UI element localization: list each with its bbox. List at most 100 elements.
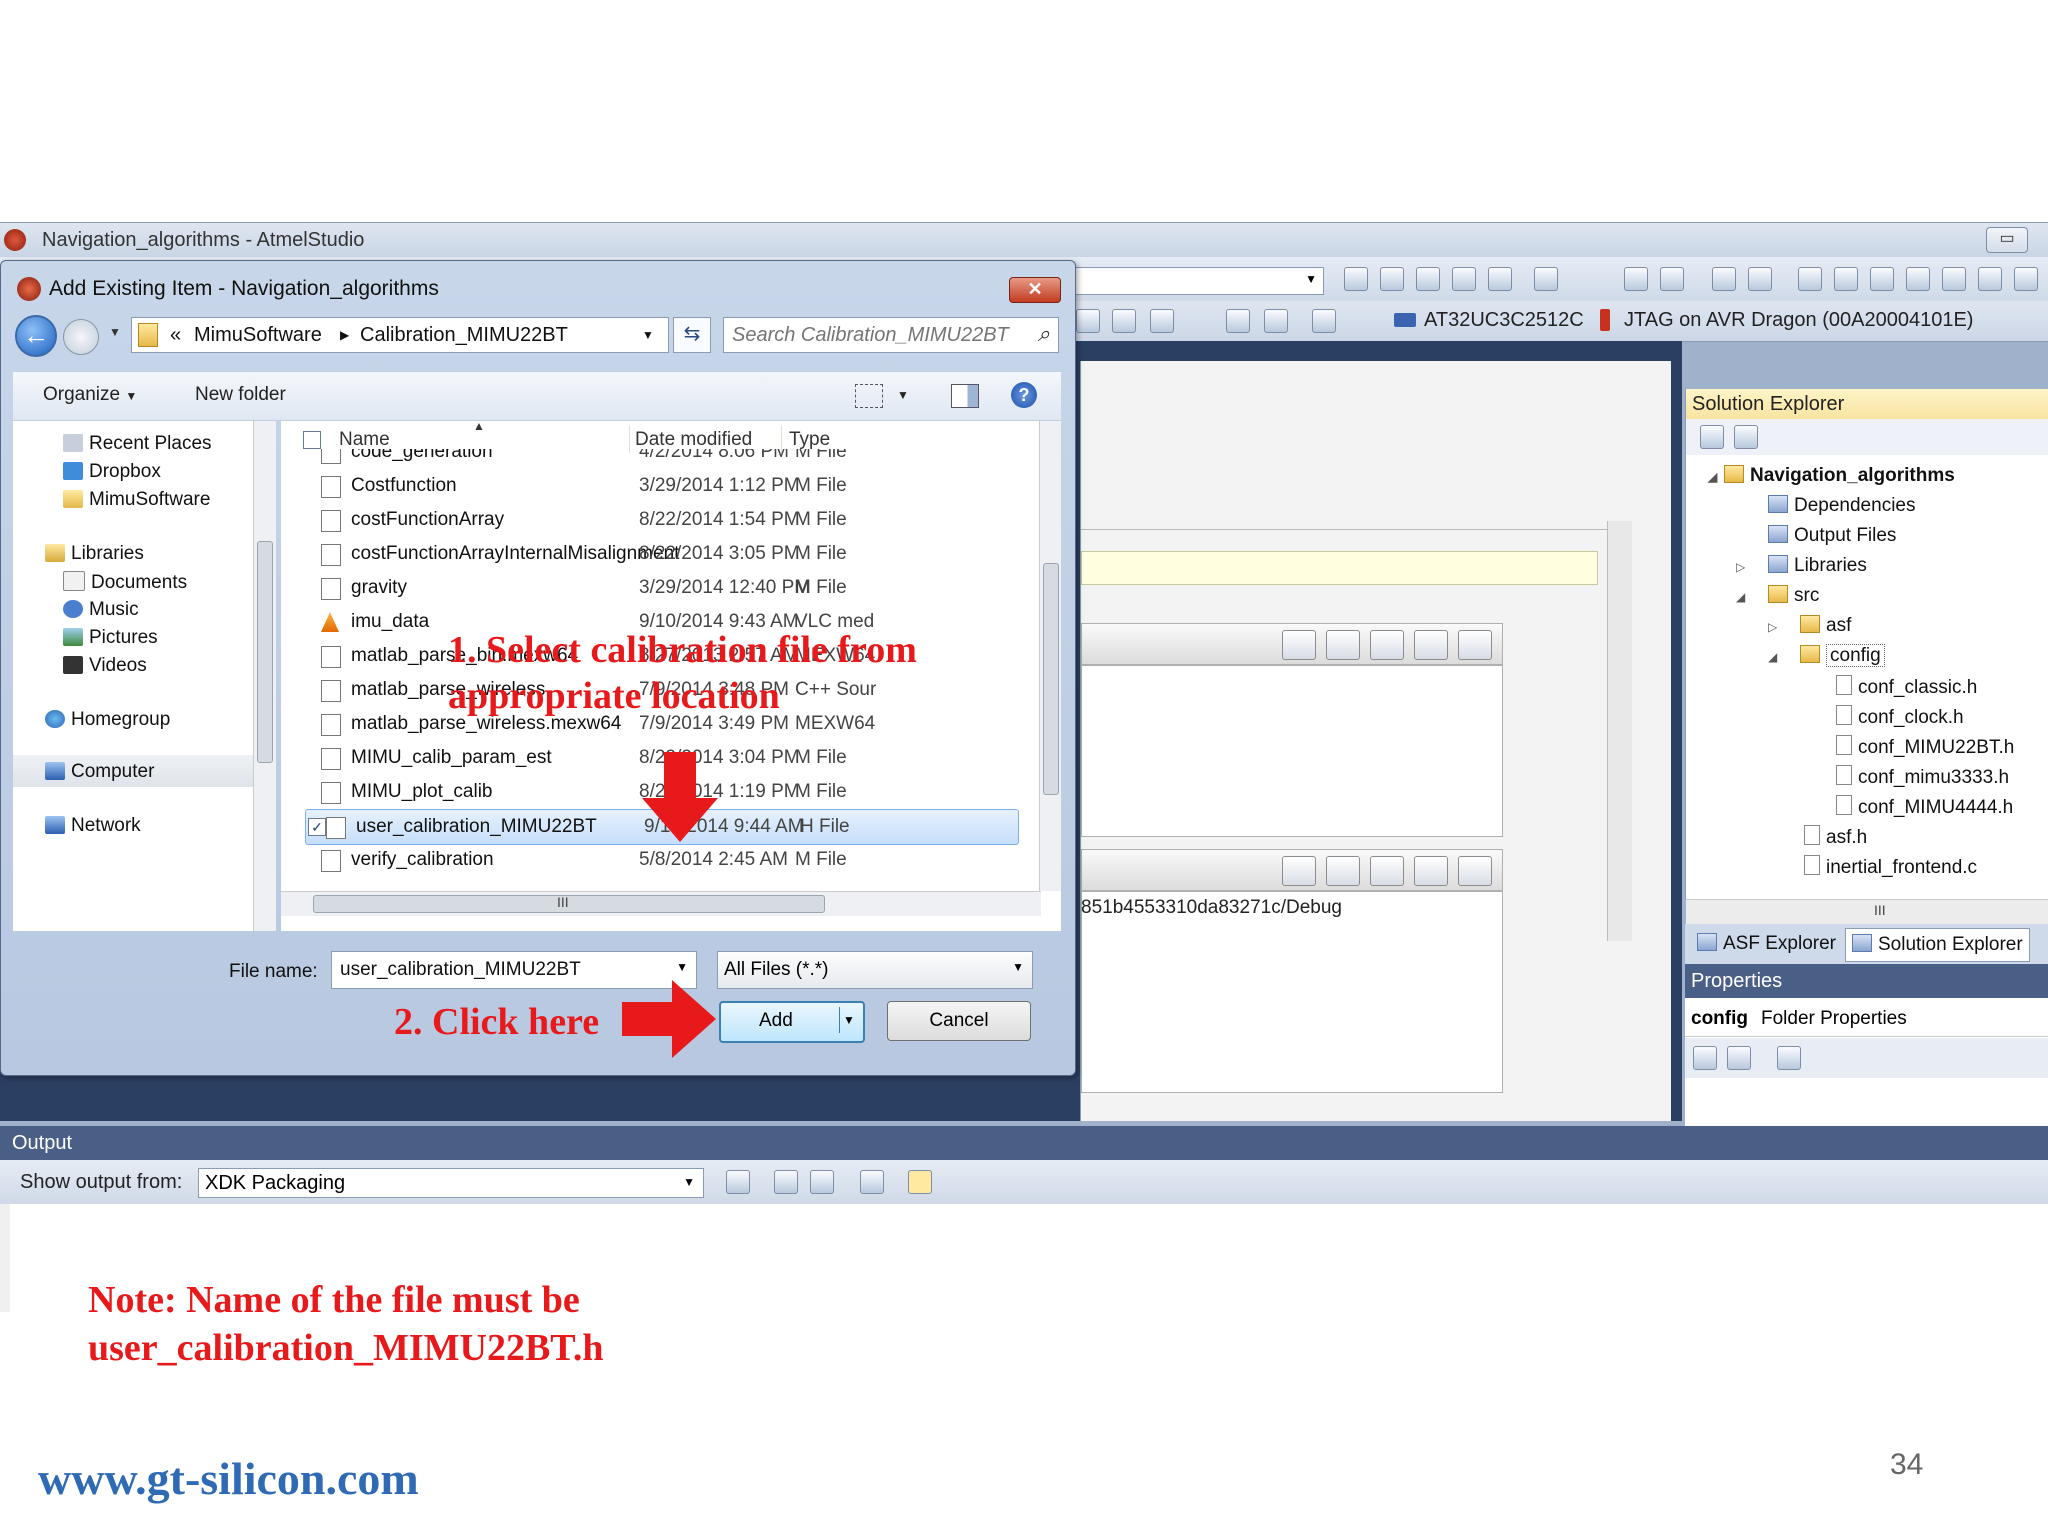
bookmark-icon[interactable] xyxy=(1978,267,2002,291)
preview-pane-icon[interactable] xyxy=(951,384,979,408)
toolbar-icon[interactable] xyxy=(1452,267,1476,291)
output-source-select[interactable]: XDK Packaging ▼ xyxy=(198,1168,704,1198)
nav-music[interactable]: Music xyxy=(63,599,139,621)
properties-icon[interactable] xyxy=(1700,425,1724,449)
edit-item-icon[interactable] xyxy=(1370,630,1404,660)
nav-homegroup[interactable]: Homegroup xyxy=(45,709,170,731)
cancel-button[interactable]: Cancel xyxy=(887,1001,1031,1041)
tree-item[interactable]: ▷ asf xyxy=(1768,615,1851,637)
file-list-vertical-scrollbar[interactable] xyxy=(1039,421,1061,891)
clear-all-icon[interactable] xyxy=(860,1170,884,1194)
device-name[interactable]: AT32UC3C2512C xyxy=(1424,309,1584,332)
add-button[interactable]: Add ▼ xyxy=(719,1001,865,1043)
search-box[interactable]: ⌕ xyxy=(723,317,1059,353)
file-row[interactable]: verify_calibration 5/8/2014 2:45 AM M File xyxy=(301,843,1013,877)
property-pages-icon[interactable] xyxy=(1777,1046,1801,1070)
toolbar-icon[interactable] xyxy=(1264,309,1288,333)
comment-icon[interactable] xyxy=(1712,267,1736,291)
file-row[interactable]: gravity 3/29/2014 12:40 PM M File xyxy=(301,571,1013,605)
address-bar[interactable]: « MimuSoftware ▶ Calibration_MIMU22BT ▼ xyxy=(131,317,669,353)
chevron-down-icon[interactable]: ▼ xyxy=(676,960,688,974)
toolbar-icon[interactable] xyxy=(1312,309,1336,333)
chevron-down-icon[interactable]: ▼ xyxy=(642,328,654,342)
tree-item[interactable]: conf_classic.h xyxy=(1836,675,1977,699)
view-chevron-icon[interactable]: ▼ xyxy=(897,388,909,402)
solution-config-combo[interactable]: ▼ xyxy=(1070,267,1324,295)
view-options-icon[interactable] xyxy=(855,384,883,408)
new-folder-button[interactable]: New folder xyxy=(195,384,286,406)
bookmark-icon[interactable] xyxy=(1942,267,1966,291)
search-input[interactable] xyxy=(730,322,1018,348)
tree-item[interactable]: conf_clock.h xyxy=(1836,705,1964,729)
toolbar-icon[interactable] xyxy=(1076,309,1100,333)
move-down-icon[interactable] xyxy=(1458,630,1492,660)
file-row[interactable]: code_generation 4/2/2014 8:06 PM M File xyxy=(301,449,1013,469)
show-all-files-icon[interactable] xyxy=(1734,425,1758,449)
bookmark-icon[interactable] xyxy=(1870,267,1894,291)
move-up-icon[interactable] xyxy=(1414,630,1448,660)
properties-object-selector[interactable]: config Folder Properties xyxy=(1685,1002,2048,1037)
next-message-icon[interactable] xyxy=(810,1170,834,1194)
breadcrumb-mimusoftware[interactable]: MimuSoftware xyxy=(194,324,322,347)
move-down-icon[interactable] xyxy=(1458,856,1492,886)
edit-item-icon[interactable] xyxy=(1370,856,1404,886)
nav-videos[interactable]: Videos xyxy=(63,655,147,677)
toolbar-icon[interactable] xyxy=(1344,267,1368,291)
toolbar-icon[interactable] xyxy=(1112,309,1136,333)
file-row[interactable]: costFunctionArray 8/22/2014 1:54 PM M File xyxy=(301,503,1013,537)
move-up-icon[interactable] xyxy=(1414,856,1448,886)
nav-libraries[interactable]: Libraries xyxy=(45,543,144,565)
tab-asf-explorer[interactable]: ASF Explorer xyxy=(1691,928,1842,960)
tree-item[interactable]: asf.h xyxy=(1804,825,1867,849)
tree-project[interactable]: ◢ Navigation_algorithms xyxy=(1708,465,1955,487)
library-paths-list[interactable] xyxy=(1081,891,1503,1093)
toolbar-icon[interactable] xyxy=(1226,309,1250,333)
file-row[interactable]: Costfunction 3/29/2014 1:12 PM M File xyxy=(301,469,1013,503)
website-url[interactable]: www.gt-silicon.com xyxy=(38,1452,419,1505)
prev-message-icon[interactable] xyxy=(774,1170,798,1194)
uncomment-icon[interactable] xyxy=(1748,267,1772,291)
indent-icon[interactable] xyxy=(1624,267,1648,291)
chevron-right-icon[interactable]: ▶ xyxy=(340,328,349,342)
include-paths-list[interactable] xyxy=(1081,665,1503,837)
nav-recent-places[interactable]: Recent Places xyxy=(63,433,212,455)
bookmark-icon[interactable] xyxy=(1798,267,1822,291)
nav-dropbox[interactable]: Dropbox xyxy=(63,461,161,483)
tree-item[interactable]: ▷ Libraries xyxy=(1736,555,1867,577)
nav-mimusoftware[interactable]: MimuSoftware xyxy=(63,489,210,511)
categorized-icon[interactable] xyxy=(1693,1046,1717,1070)
find-icon[interactable] xyxy=(726,1170,750,1194)
tree-item[interactable]: conf_mimu3333.h xyxy=(1836,765,2009,789)
file-list-horizontal-scrollbar[interactable]: III xyxy=(281,891,1041,916)
add-item-icon[interactable] xyxy=(1282,630,1316,660)
select-all-checkbox[interactable] xyxy=(303,431,321,449)
file-type-select[interactable]: All Files (*.*) ▼ xyxy=(717,951,1033,989)
horizontal-scrollbar[interactable]: III xyxy=(1686,899,2048,926)
tree-item[interactable]: conf_MIMU4444.h xyxy=(1836,795,2013,819)
vertical-scrollbar[interactable] xyxy=(1607,521,1632,941)
bookmark-icon[interactable] xyxy=(2014,267,2038,291)
breadcrumb-calibration[interactable]: Calibration_MIMU22BT xyxy=(360,324,568,347)
bookmark-icon[interactable] xyxy=(1834,267,1858,291)
word-wrap-icon[interactable] xyxy=(908,1170,932,1194)
tree-item[interactable]: Output Files xyxy=(1768,525,1896,547)
outdent-icon[interactable] xyxy=(1660,267,1684,291)
toolbar-icon[interactable] xyxy=(1488,267,1512,291)
nav-network[interactable]: Network xyxy=(45,815,141,837)
alphabetical-icon[interactable] xyxy=(1727,1046,1751,1070)
navigation-scrollbar[interactable] xyxy=(253,421,276,931)
tree-item[interactable]: Dependencies xyxy=(1768,495,1915,517)
refresh-icon[interactable]: ⇆ xyxy=(673,317,711,353)
file-name-input[interactable] xyxy=(338,958,662,982)
add-options-chevron-icon[interactable]: ▼ xyxy=(839,1007,858,1033)
toolbar-icon[interactable] xyxy=(1416,267,1440,291)
close-button[interactable]: ✕ xyxy=(1009,277,1061,303)
help-icon[interactable]: ? xyxy=(1011,382,1037,408)
minimize-button[interactable]: ▭ xyxy=(1986,227,2028,253)
toolbar-icon[interactable] xyxy=(1380,267,1404,291)
tree-item[interactable]: inertial_frontend.c xyxy=(1804,855,1977,879)
delete-item-icon[interactable] xyxy=(1326,630,1360,660)
add-item-icon[interactable] xyxy=(1282,856,1316,886)
nav-pictures[interactable]: Pictures xyxy=(63,627,158,649)
tab-solution-explorer[interactable]: Solution Explorer xyxy=(1845,928,2030,962)
